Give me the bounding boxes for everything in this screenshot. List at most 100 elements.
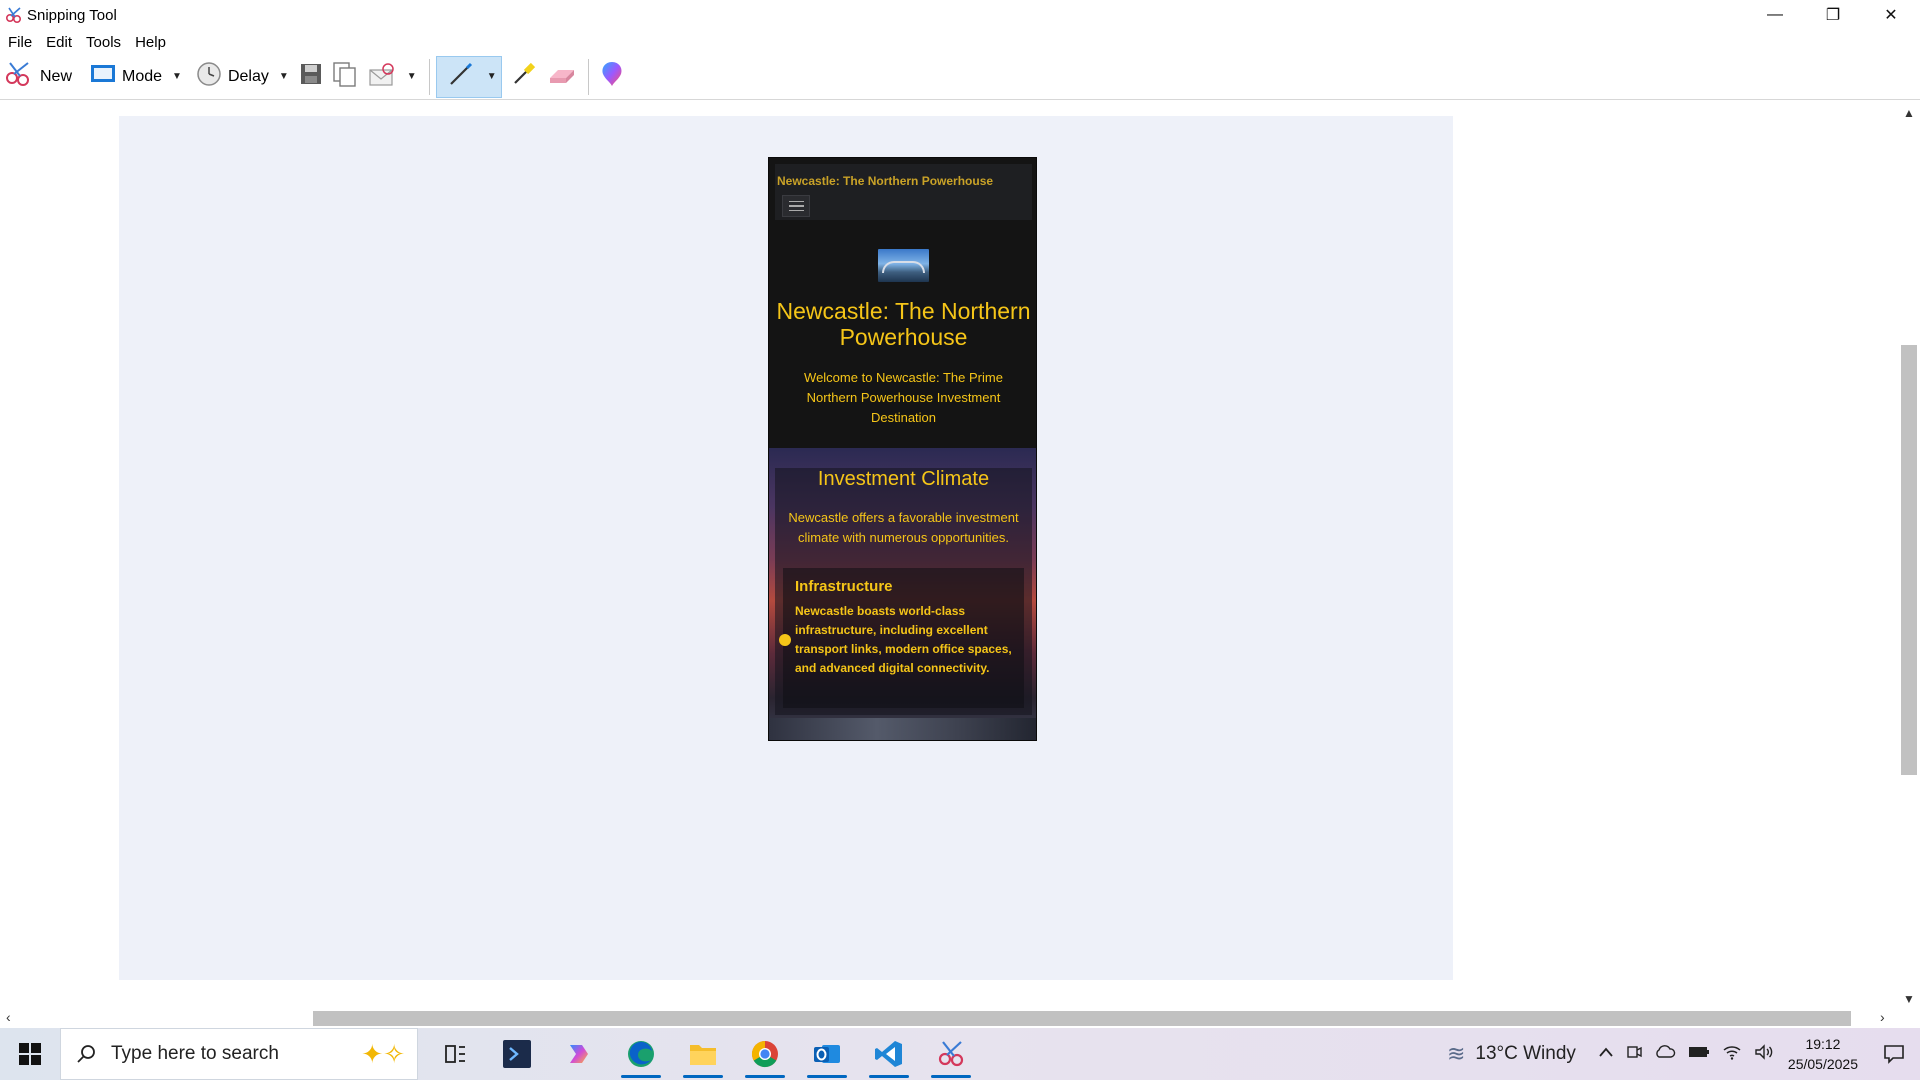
delay-dropdown-icon[interactable]: ▼ (273, 71, 295, 82)
captured-phone-page: Newcastle: The Northern Powerhouse Newca… (768, 157, 1037, 741)
pen-dropdown-icon[interactable]: ▼ (487, 71, 497, 82)
delay-button[interactable]: Delay (192, 57, 273, 97)
wifi-icon[interactable] (1722, 1044, 1742, 1065)
tyne-bridge-image (878, 249, 929, 282)
task-view-icon[interactable] (424, 1028, 486, 1080)
weather-widget[interactable]: ≋ 13°C Windy (1447, 1041, 1576, 1067)
hamburger-icon (782, 195, 810, 217)
railway-image-strip (769, 718, 1036, 740)
mode-dropdown-icon[interactable]: ▼ (166, 71, 188, 82)
snipping-tool-taskbar-icon[interactable] (920, 1028, 982, 1080)
menu-help[interactable]: Help (127, 34, 172, 51)
toolbar: New Mode ▼ Delay ▼ ▼ ▼ (0, 54, 1920, 100)
outlook-icon[interactable] (796, 1028, 858, 1080)
menu-bar: File Edit Tools Help (0, 30, 1920, 54)
snip-canvas[interactable]: Newcastle: The Northern Powerhouse Newca… (0, 102, 1920, 1012)
site-title: Newcastle: The Northern Powerhouse (777, 174, 994, 188)
menu-tools[interactable]: Tools (78, 34, 127, 51)
copilot-sparkle-icon[interactable]: ✦✧ (361, 1039, 405, 1070)
chrome-icon[interactable] (734, 1028, 796, 1080)
running-indicator (683, 1075, 723, 1078)
captured-image-background: Newcastle: The Northern Powerhouse Newca… (119, 116, 1453, 980)
running-indicator (745, 1075, 785, 1078)
window-title: Snipping Tool (27, 6, 117, 24)
mode-icon (90, 63, 116, 90)
hero-section: Newcastle: The Northern Powerhouse Welco… (769, 228, 1036, 448)
weather-text: 13°C Windy (1475, 1043, 1576, 1064)
new-label: New (40, 67, 73, 85)
vertical-scrollbar[interactable]: ▲ ▼ (1898, 102, 1920, 1012)
vertical-scroll-thumb[interactable] (1901, 345, 1917, 775)
file-explorer-icon[interactable] (672, 1028, 734, 1080)
delay-label: Delay (227, 67, 269, 85)
eraser-icon (546, 62, 578, 91)
copy-icon (331, 60, 359, 93)
running-indicator (807, 1075, 847, 1078)
clock-time: 19:12 (1805, 1036, 1841, 1052)
restore-button[interactable]: ❐ (1804, 0, 1862, 30)
mode-button[interactable]: Mode (86, 57, 166, 97)
pen-icon (447, 60, 475, 93)
scroll-right-icon[interactable]: › (1880, 1009, 1885, 1025)
title-bar: Snipping Tool — ❐ ✕ (0, 0, 1920, 30)
scroll-left-icon[interactable]: ‹ (6, 1009, 11, 1025)
menu-file[interactable]: File (0, 34, 38, 51)
clock-date: 25/05/2025 (1787, 1056, 1858, 1072)
vscode-icon[interactable] (858, 1028, 920, 1080)
card-text: Newcastle boasts world-class infrastruct… (795, 604, 1012, 675)
card-title: Infrastructure (795, 578, 893, 595)
edge-icon[interactable] (610, 1028, 672, 1080)
chevron-up-icon[interactable] (1598, 1045, 1614, 1063)
hero-subtitle: Welcome to Newcastle: The Prime Northern… (804, 370, 1003, 425)
new-snip-icon (4, 61, 34, 92)
highlighter-icon (510, 60, 538, 93)
paint3d-icon (599, 60, 625, 93)
toolbar-separator (428, 58, 430, 95)
search-icon (75, 1043, 97, 1065)
running-indicator (621, 1075, 661, 1078)
copy-button[interactable] (327, 57, 363, 97)
horizontal-scrollbar[interactable]: ‹ › (0, 1008, 1898, 1028)
save-icon (299, 62, 323, 91)
notification-center-icon[interactable] (1876, 1028, 1912, 1080)
site-header: Newcastle: The Northern Powerhouse (775, 164, 1032, 220)
send-dropdown-icon[interactable]: ▼ (401, 71, 423, 82)
section-title: Investment Climate (817, 468, 990, 490)
investment-section: Investment Climate Newcastle offers a fa… (769, 448, 1036, 740)
hero-title: Newcastle: The Northern Powerhouse (776, 298, 1031, 350)
highlighter-button[interactable] (506, 57, 542, 97)
wind-icon: ≋ (1446, 1041, 1466, 1066)
minimize-button[interactable]: — (1746, 0, 1804, 30)
copilot-icon[interactable] (548, 1028, 610, 1080)
envelope-icon (367, 61, 397, 92)
volume-icon[interactable] (1754, 1043, 1774, 1065)
section-text: Newcastle offers a favorable investment … (788, 510, 1019, 545)
save-button[interactable] (295, 57, 327, 97)
menu-edit[interactable]: Edit (38, 34, 78, 51)
clock[interactable]: 19:12 25/05/2025 (1788, 1034, 1858, 1074)
system-tray: ≋ 13°C Windy 19:12 25/05/2025 (1447, 1028, 1920, 1080)
toolbar-separator (587, 58, 589, 95)
search-placeholder: Type here to search (111, 1043, 279, 1064)
new-button[interactable]: New (0, 57, 76, 97)
powershell-icon[interactable] (486, 1028, 548, 1080)
taskbar: Type here to search ✦✧ ≋ 13°C Windy 19:1… (0, 1028, 1920, 1080)
mode-label: Mode (122, 67, 163, 85)
horizontal-scroll-thumb[interactable] (313, 1011, 1851, 1026)
taskbar-search-box[interactable]: Type here to search ✦✧ (60, 1028, 418, 1080)
meet-now-icon[interactable] (1626, 1044, 1642, 1065)
close-button[interactable]: ✕ (1862, 0, 1920, 30)
onedrive-cloud-icon[interactable] (1654, 1044, 1676, 1064)
running-indicator (931, 1075, 971, 1078)
paint3d-button[interactable] (595, 57, 629, 97)
snipping-tool-icon (3, 4, 25, 26)
bullet-icon (779, 634, 791, 646)
scroll-down-icon[interactable]: ▼ (1903, 992, 1915, 1006)
battery-icon[interactable] (1688, 1045, 1710, 1063)
clock-icon (196, 61, 222, 92)
eraser-button[interactable] (542, 57, 582, 97)
windows-start-icon[interactable] (0, 1028, 60, 1080)
send-snip-button[interactable] (363, 57, 401, 97)
scroll-up-icon[interactable]: ▲ (1903, 106, 1915, 120)
pen-button[interactable]: ▼ (435, 55, 502, 98)
